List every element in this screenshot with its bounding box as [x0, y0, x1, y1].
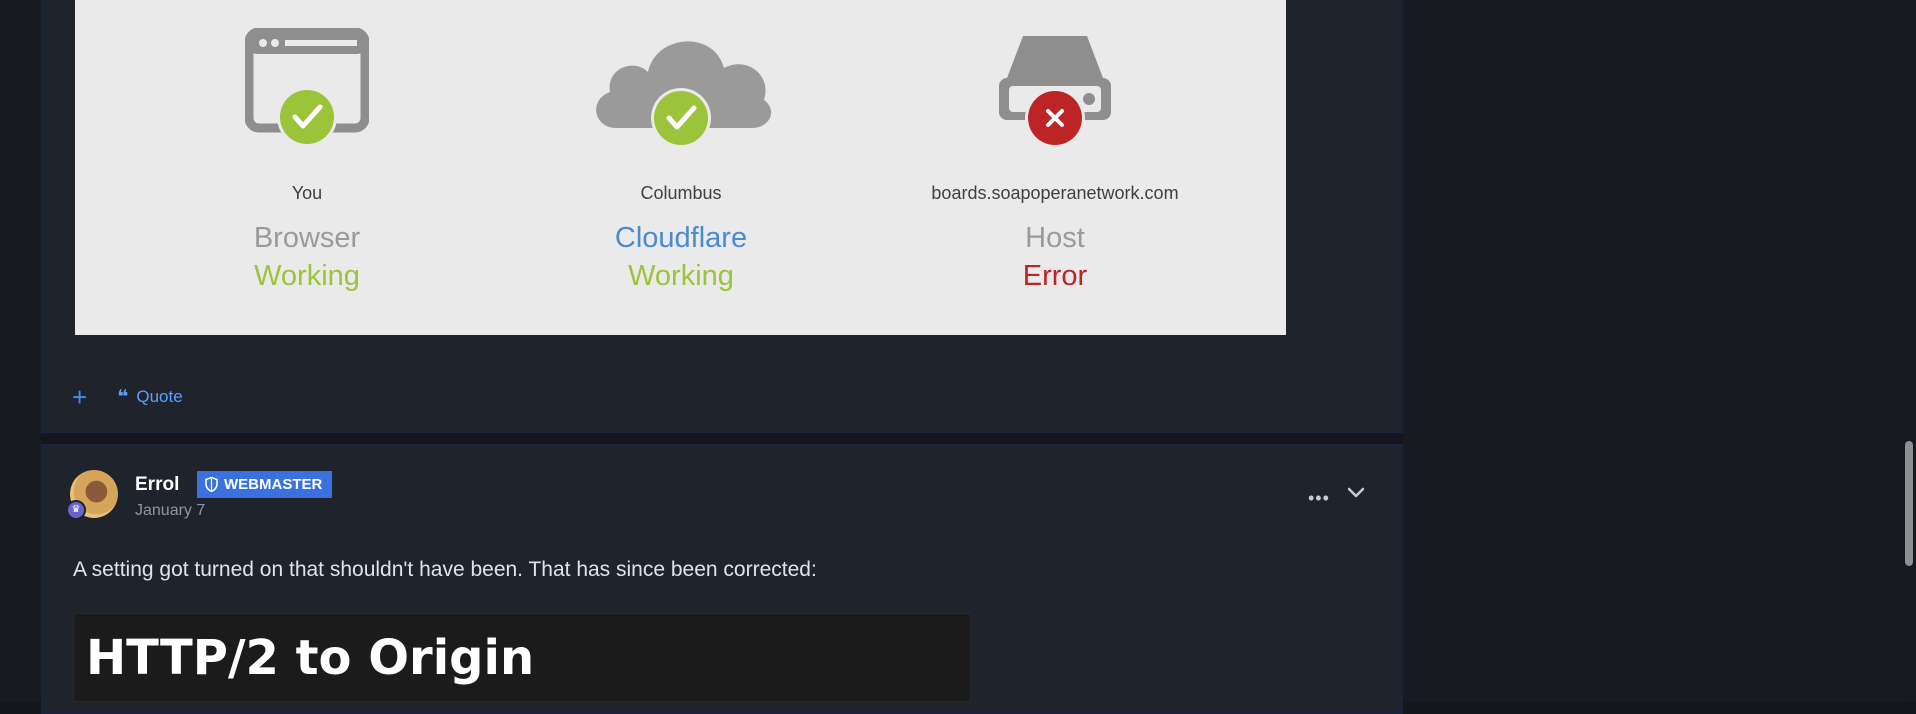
quote-label: Quote — [136, 387, 183, 406]
ellipsis-icon[interactable]: ••• — [1308, 488, 1330, 509]
quote-button[interactable]: ❝ Quote — [117, 386, 182, 408]
cf-name-label: Browser — [253, 222, 361, 254]
cf-column-cloudflare: Columbus Cloudflare Working — [501, 0, 861, 335]
server-error-icon — [875, 28, 1235, 158]
cloudflare-error-image: You Browser Working Columbus Cloudflare … — [75, 0, 1286, 335]
add-reaction-button[interactable]: + — [72, 384, 87, 410]
right-empty-area — [1403, 0, 1902, 702]
browser-check-icon — [127, 28, 487, 158]
cloud-check-icon — [501, 28, 861, 158]
scrollbar-track[interactable] — [1902, 0, 1916, 702]
shield-icon — [205, 477, 218, 492]
cf-status-label: Working — [628, 260, 734, 292]
screenshot-title: HTTP/2 to Origin — [86, 630, 535, 686]
cf-status-label: Error — [1022, 260, 1088, 292]
cf-name-label: Cloudflare — [614, 222, 748, 254]
cf-column-host: boards.soapoperanetwork.com Host Error — [875, 0, 1235, 335]
role-badge-label: WEBMASTER — [224, 476, 323, 493]
post-body-text: A setting got turned on that shouldn't h… — [73, 558, 817, 581]
cf-name-label: Host — [1025, 222, 1085, 254]
left-gutter — [0, 0, 41, 702]
cf-column-browser: You Browser Working — [127, 0, 487, 335]
cf-location-label: boards.soapoperanetwork.com — [931, 183, 1179, 203]
chevron-down-icon[interactable] — [1346, 486, 1366, 505]
post-actions: + ❝ Quote — [72, 382, 183, 412]
cf-location-label: You — [291, 183, 323, 203]
author-avatar[interactable]: ♛ — [66, 470, 118, 520]
cf-status-label: Working — [254, 260, 360, 292]
quote-icon: ❝ — [117, 386, 129, 408]
cf-location-label: Columbus — [640, 183, 722, 203]
author-name[interactable]: Errol — [135, 474, 179, 496]
embedded-screenshot: HTTP/2 to Origin — [73, 613, 971, 702]
post-date[interactable]: January 7 — [135, 502, 205, 520]
scrollbar-thumb[interactable] — [1905, 441, 1913, 566]
rank-badge-icon: ♛ — [66, 500, 86, 520]
post-card: You Browser Working Columbus Cloudflare … — [41, 0, 1403, 433]
role-badge: WEBMASTER — [197, 471, 333, 498]
